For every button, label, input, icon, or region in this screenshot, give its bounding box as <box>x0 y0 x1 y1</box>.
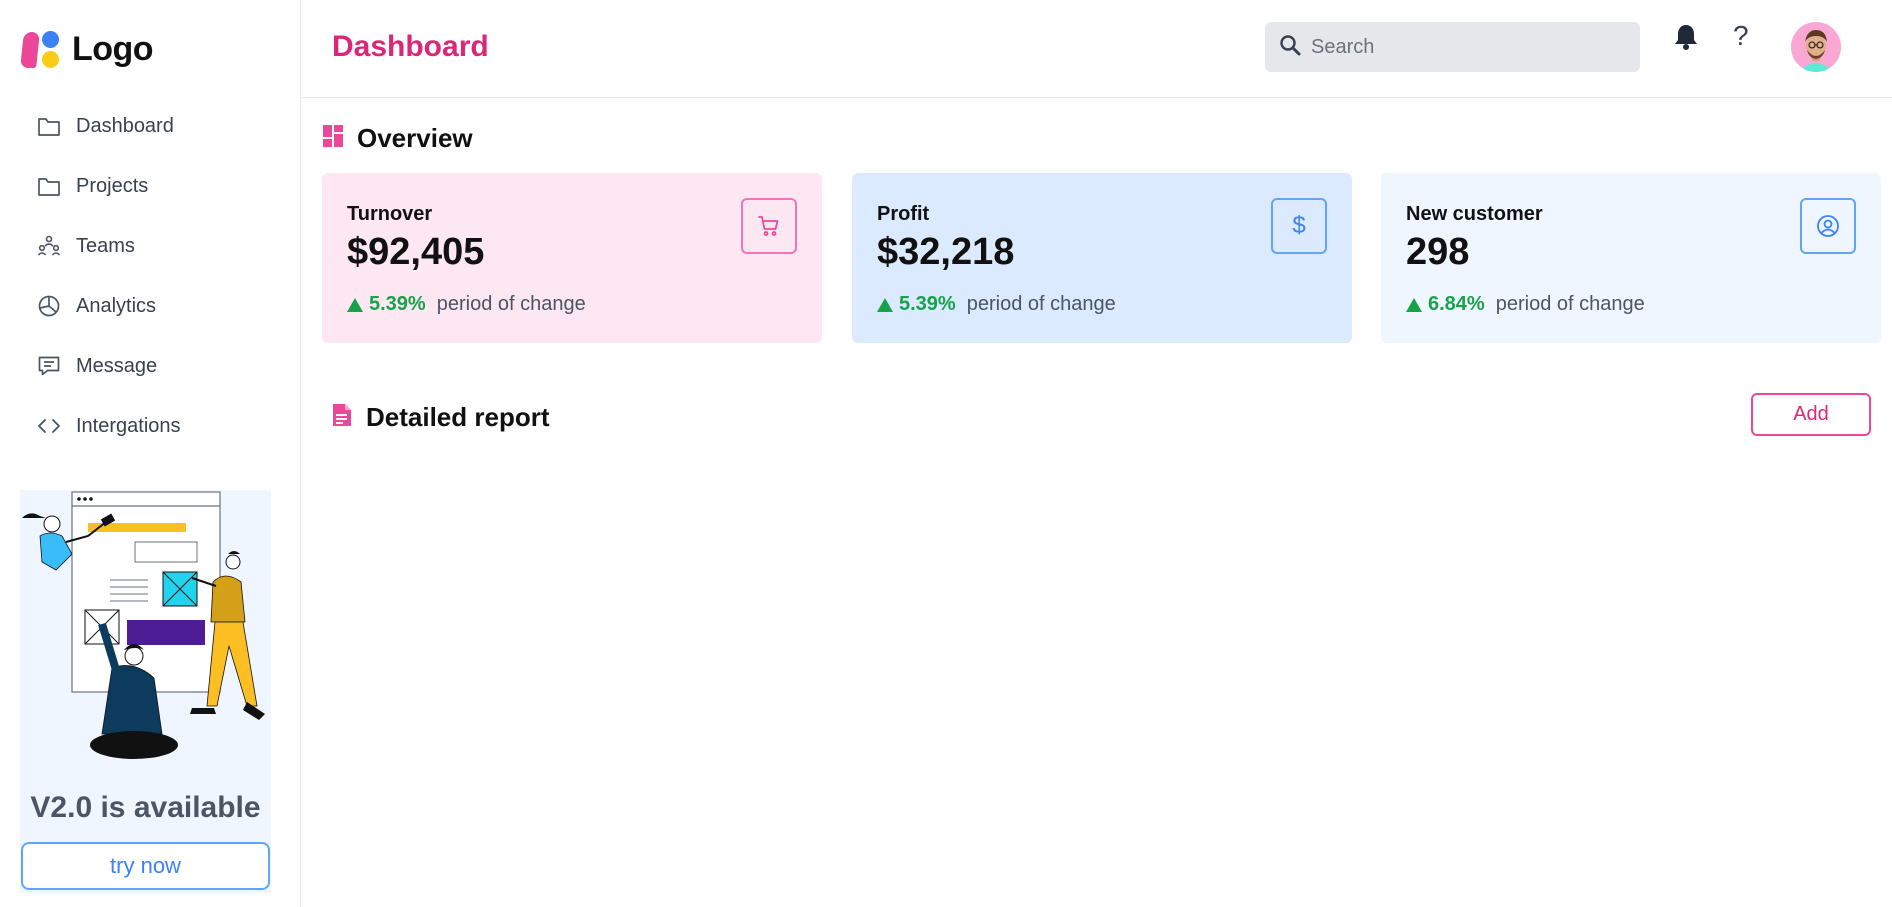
trend-up-icon <box>877 297 893 312</box>
top-header: Dashboard ? <box>301 0 1892 98</box>
overview-header: Overview <box>323 123 473 154</box>
sidebar-item-teams[interactable]: Teams <box>0 216 300 276</box>
sidebar-item-label: Analytics <box>76 294 157 317</box>
bell-icon[interactable] <box>1672 22 1700 57</box>
sidebar-item-label: Message <box>76 354 158 377</box>
promo-title: V2.0 is available <box>30 791 261 824</box>
sidebar-item-label: Projects <box>76 174 149 197</box>
dashboard-layout-icon <box>323 125 343 152</box>
document-icon <box>332 404 352 431</box>
card-value: 298 <box>1406 231 1470 273</box>
message-icon <box>36 353 62 379</box>
search-box[interactable] <box>1265 22 1640 72</box>
card-change: 5.39% period of change <box>347 293 586 316</box>
sidebar-item-dashboard[interactable]: Dashboard <box>0 96 300 156</box>
new-customer-card: New customer 298 6.84% period of change <box>1381 173 1881 343</box>
change-description: period of change <box>1495 293 1645 315</box>
card-value: $32,218 <box>877 231 1015 273</box>
sidebar: Logo Dashboard Projects Teams Analytics … <box>0 0 301 907</box>
card-value: $92,405 <box>347 231 485 273</box>
user-circle-icon[interactable] <box>1800 198 1856 254</box>
sidebar-nav: Dashboard Projects Teams Analytics Messa… <box>0 96 300 456</box>
card-change: 5.39% period of change <box>877 293 1116 316</box>
change-percent: 5.39% <box>369 293 426 315</box>
upgrade-promo: V2.0 is available try now <box>20 490 271 893</box>
card-label: Turnover <box>347 203 433 225</box>
section-title: Overview <box>357 123 473 153</box>
folder-icon <box>36 113 62 139</box>
avatar[interactable] <box>1791 22 1841 72</box>
card-label: Profit <box>877 203 930 225</box>
help-icon[interactable]: ? <box>1733 20 1749 52</box>
trend-up-icon <box>347 297 363 312</box>
teams-icon <box>36 233 62 259</box>
turnover-card: Turnover $92,405 5.39% period of change <box>322 173 822 343</box>
sidebar-item-label: Teams <box>76 234 135 257</box>
logo-text: Logo <box>72 29 154 68</box>
team-collaboration-illustration <box>22 491 265 759</box>
pie-chart-icon <box>36 293 62 319</box>
add-button[interactable]: Add <box>1751 393 1871 436</box>
section-title: Detailed report <box>366 402 550 432</box>
report-header: Detailed report <box>332 402 550 433</box>
change-description: period of change <box>966 293 1116 315</box>
sidebar-item-label: Dashboard <box>76 114 174 137</box>
card-change: 6.84% period of change <box>1406 293 1645 316</box>
change-percent: 5.39% <box>899 293 956 315</box>
try-now-button[interactable]: try now <box>21 842 270 890</box>
sidebar-item-projects[interactable]: Projects <box>0 156 300 216</box>
change-description: period of change <box>436 293 586 315</box>
sidebar-item-label: Intergations <box>76 414 181 437</box>
profit-card: Profit $32,218 5.39% period of change $ <box>852 173 1352 343</box>
code-icon <box>36 413 62 439</box>
logo[interactable]: Logo <box>20 28 154 70</box>
page-title: Dashboard <box>332 30 489 63</box>
sidebar-item-analytics[interactable]: Analytics <box>0 276 300 336</box>
folder-icon <box>36 173 62 199</box>
dollar-icon[interactable]: $ <box>1271 198 1327 254</box>
sidebar-item-message[interactable]: Message <box>0 336 300 396</box>
trend-up-icon <box>1406 297 1422 312</box>
search-input[interactable] <box>1311 35 1611 59</box>
logo-icon <box>20 28 62 70</box>
change-percent: 6.84% <box>1428 293 1485 315</box>
cart-icon[interactable] <box>741 198 797 254</box>
sidebar-item-integrations[interactable]: Intergations <box>0 396 300 456</box>
card-label: New customer <box>1406 203 1543 225</box>
search-icon <box>1279 34 1301 61</box>
